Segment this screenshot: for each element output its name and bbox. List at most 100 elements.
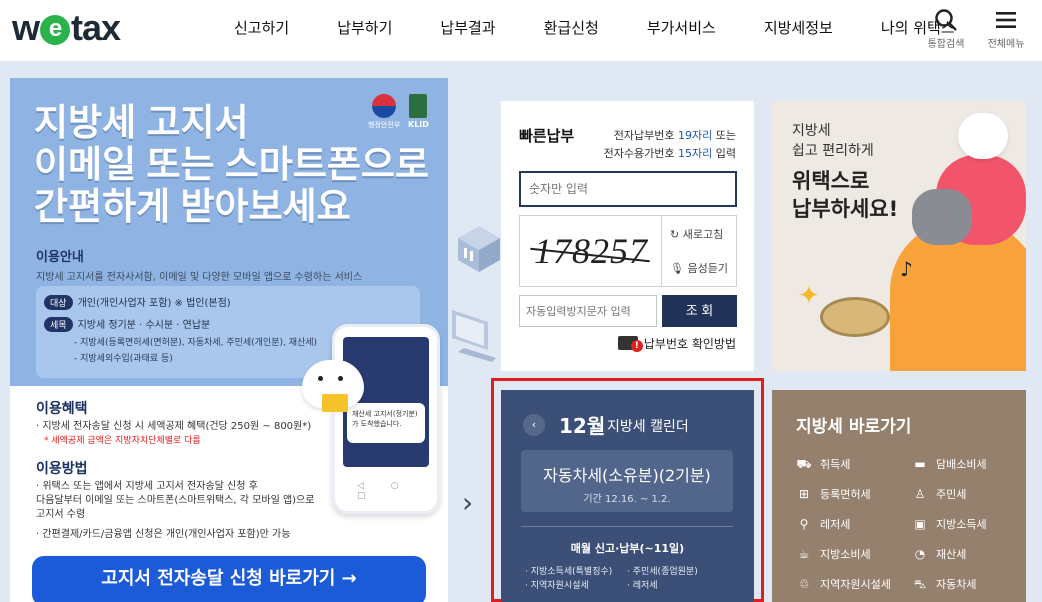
- tobacco-icon: ▬: [914, 457, 926, 471]
- shortcut-property-tax[interactable]: ◔ 재산세: [912, 546, 967, 562]
- car-icon: ⛟: [796, 457, 812, 471]
- microphone-icon: 🎙: [670, 262, 684, 275]
- cat-character: [912, 189, 972, 245]
- target-pill: 대상: [44, 295, 73, 310]
- captcha-input[interactable]: [519, 295, 657, 327]
- cup-icon: ☕: [798, 547, 810, 561]
- guide-text: 지방세 고지서를 전자사서함, 이메일 및 다양한 모바일 앱으로 수령하는 서…: [36, 272, 363, 283]
- shortcut-automobile-tax[interactable]: ⛍ 자동차세: [912, 576, 977, 593]
- refresh-icon: ↻: [670, 228, 680, 241]
- tax-sub-1: - 지방세(등록면허세(면허분), 자동차세, 주민세(개인분), 재산세): [74, 338, 318, 348]
- mois-logo: 행정안전부: [368, 94, 400, 130]
- phone-notification: 재산세 고지서(정기분)가 도착했습니다.: [347, 403, 425, 443]
- calendar-divider: [521, 526, 733, 527]
- quick-pay-panel: 빠른납부 전자납부번호 19자리 또는 전자수용가번호 15자리 입력 1782…: [501, 101, 754, 371]
- e-delivery-banner[interactable]: 지방세 고지서 이메일 또는 스마트폰으로 간편하게 받아보세요 행정안전부 K…: [10, 78, 448, 602]
- calendar-title: 지방세 캘린더: [607, 419, 689, 435]
- search-submit-button[interactable]: 조 회: [662, 295, 737, 327]
- benefit-text: · 지방세 전자송달 신청 시 세액공제 혜택(건당 250원 ~ 800원*): [36, 421, 312, 432]
- header: w e tax 신고하기 납부하기 납부결과 환급신청 부가서비스 지방세정보 나의…: [0, 0, 1042, 62]
- income-icon: ▣: [914, 517, 926, 531]
- method-title: 이용방법: [36, 461, 88, 477]
- captcha-audio-button[interactable]: 🎙 음성듣기: [670, 260, 728, 276]
- shortcut-registration-license-tax[interactable]: ⊞ 등록면허세: [796, 486, 871, 502]
- auto-icon: ⛍: [913, 577, 927, 591]
- calendar-month: 12월: [559, 414, 606, 438]
- captcha-box: 178257 ↻ 새로고침 🎙 음성듣기: [519, 215, 737, 287]
- quick-pay-title: 빠른납부: [519, 127, 575, 145]
- method-line-3: 고지서 수령: [36, 509, 86, 520]
- quick-pay-desc: 전자납부번호 19자리 또는 전자수용가번호 15자리 입력: [603, 129, 736, 160]
- menu-label: 전체메뉴: [987, 39, 1025, 50]
- nav-extra-services[interactable]: 부가서비스: [623, 0, 740, 56]
- method-line-4: · 간편결제/카드/금융앱 신청은 개인(개인사업자 포함)만 가능: [36, 529, 291, 540]
- shortcut-local-income-tax[interactable]: ▣ 지방소득세: [912, 516, 986, 532]
- method-line-1: · 위택스 또는 앱에서 지방세 고지서 전자송달 신청 후: [36, 481, 258, 492]
- tax-pill: 세목: [44, 317, 73, 332]
- shortcut-leisure-tax[interactable]: ⚲ 레저세: [796, 516, 851, 532]
- computer-icon: [452, 310, 496, 362]
- search-label: 통합검색: [927, 39, 965, 50]
- target-text: 개인(개인사업자 포함) ※ 법인(본점): [77, 298, 231, 309]
- banner-next-arrow[interactable]: ›: [462, 488, 473, 518]
- nav-report[interactable]: 신고하기: [210, 0, 313, 56]
- pie-icon: ◔: [914, 547, 926, 561]
- wetax-logo[interactable]: w e tax: [12, 8, 121, 48]
- klid-logo: KLID: [408, 94, 429, 129]
- captcha-refresh-button[interactable]: ↻ 새로고침: [670, 226, 723, 242]
- calendar-featured-item[interactable]: 자동차세(소유분)(2기분) 기간 12.16. ~ 1.2.: [521, 450, 733, 512]
- bicycle-icon: ⚲: [799, 517, 809, 531]
- all-menu-button[interactable]: 전체메뉴: [976, 8, 1036, 50]
- nav-pay[interactable]: 납부하기: [313, 0, 416, 56]
- printer-alert-icon: [617, 336, 643, 352]
- calendar-prev-button[interactable]: ‹: [523, 414, 545, 436]
- phone-illustration: 재산세 고지서(정기분)가 도착했습니다. ◁ ○ □: [332, 324, 440, 514]
- orange-character: [890, 221, 1026, 371]
- monthly-tax-item: · 지역자원시설세: [525, 581, 589, 591]
- recycle-icon: ♲: [798, 577, 810, 591]
- benefit-note: * 세액공제 금액은 지방자치단체별로 다름: [44, 436, 201, 446]
- method-line-2: 다음달부터 이메일 또는 스마트폰(스마트위택스, 각 모바일 앱)으로: [36, 495, 315, 506]
- phone-nav-buttons: ◁ ○ □: [357, 481, 411, 501]
- pay-with-wetax-promo[interactable]: ✦ ♪ 지방세 쉽고 편리하게 위택스로 납부하세요!: [772, 101, 1026, 371]
- captcha-image: 178257: [520, 216, 662, 286]
- dog-character: [958, 113, 1008, 159]
- shortcut-resident-tax[interactable]: ♙ 주민세: [912, 486, 967, 502]
- tax-sub-2: - 지방세외수입(과태료 등): [74, 354, 173, 364]
- person-icon: ♙: [914, 487, 926, 501]
- payment-number-input[interactable]: [519, 171, 737, 207]
- shortcut-acquisition-tax[interactable]: ⛟ 취득세: [796, 456, 850, 473]
- promo-title: 위택스로 납부하세요!: [792, 169, 899, 221]
- benefit-title: 이용혜택: [36, 401, 88, 417]
- monthly-tax-item: · 주민세(종업원분): [627, 567, 698, 577]
- main-nav: 신고하기 납부하기 납부결과 환급신청 부가서비스 지방세정보 나의 위택스: [210, 0, 979, 56]
- local-tax-shortcuts: 지방세 바로가기 ⛟ 취득세 ▬ 담배소비세 ⊞ 등록면허세 ♙ 주민세 ⚲ 레저세 ▣ 지…: [772, 390, 1026, 602]
- monthly-tax-item: · 지방소득세(특별징수): [525, 567, 613, 577]
- e-delivery-cta-button[interactable]: 고지서 전자송달 신청 바로가기 →: [32, 556, 426, 602]
- music-note-icon: ♪: [900, 257, 913, 281]
- featured-tax-period: 기간 12.16. ~ 1.2.: [583, 494, 671, 505]
- building-icon: [458, 226, 500, 272]
- search-button[interactable]: 통합검색: [916, 8, 976, 50]
- shortcut-tobacco-tax[interactable]: ▬ 담배소비세: [912, 456, 986, 472]
- tax-text: 지방세 정기분 · 수시분 · 연납분: [77, 320, 211, 331]
- monthly-title: 매월 신고·납부(~11일): [570, 542, 685, 555]
- nav-refund[interactable]: 환급신청: [520, 0, 623, 56]
- featured-tax-name: 자동차세(소유분)(2기분): [543, 466, 711, 485]
- promo-subtitle: 지방세 쉽고 편리하게: [792, 123, 874, 159]
- shortcuts-title: 지방세 바로가기: [796, 417, 912, 437]
- search-icon: [935, 9, 957, 31]
- nav-pay-result[interactable]: 납부결과: [416, 0, 519, 56]
- shortcut-regional-resource-tax[interactable]: ♲ 지역자원시설세: [796, 576, 891, 592]
- license-icon: ⊞: [798, 487, 810, 501]
- shortcut-local-consumption-tax[interactable]: ☕ 지방소비세: [796, 546, 871, 562]
- monthly-tax-item: · 레저세: [627, 581, 658, 591]
- nav-local-tax-info[interactable]: 지방세정보: [740, 0, 857, 56]
- payment-number-help-link[interactable]: 납부번호 확인방법: [617, 335, 736, 352]
- guide-title: 이용안내: [36, 250, 84, 265]
- sparkle-icon: ✦: [798, 281, 820, 311]
- local-tax-calendar: ‹ 12월 지방세 캘린더 자동차세(소유분)(2기분) 기간 12.16. ~…: [501, 390, 754, 602]
- envelope-icon: [322, 394, 348, 412]
- coin-icon: [820, 297, 890, 337]
- hamburger-icon: [996, 12, 1016, 28]
